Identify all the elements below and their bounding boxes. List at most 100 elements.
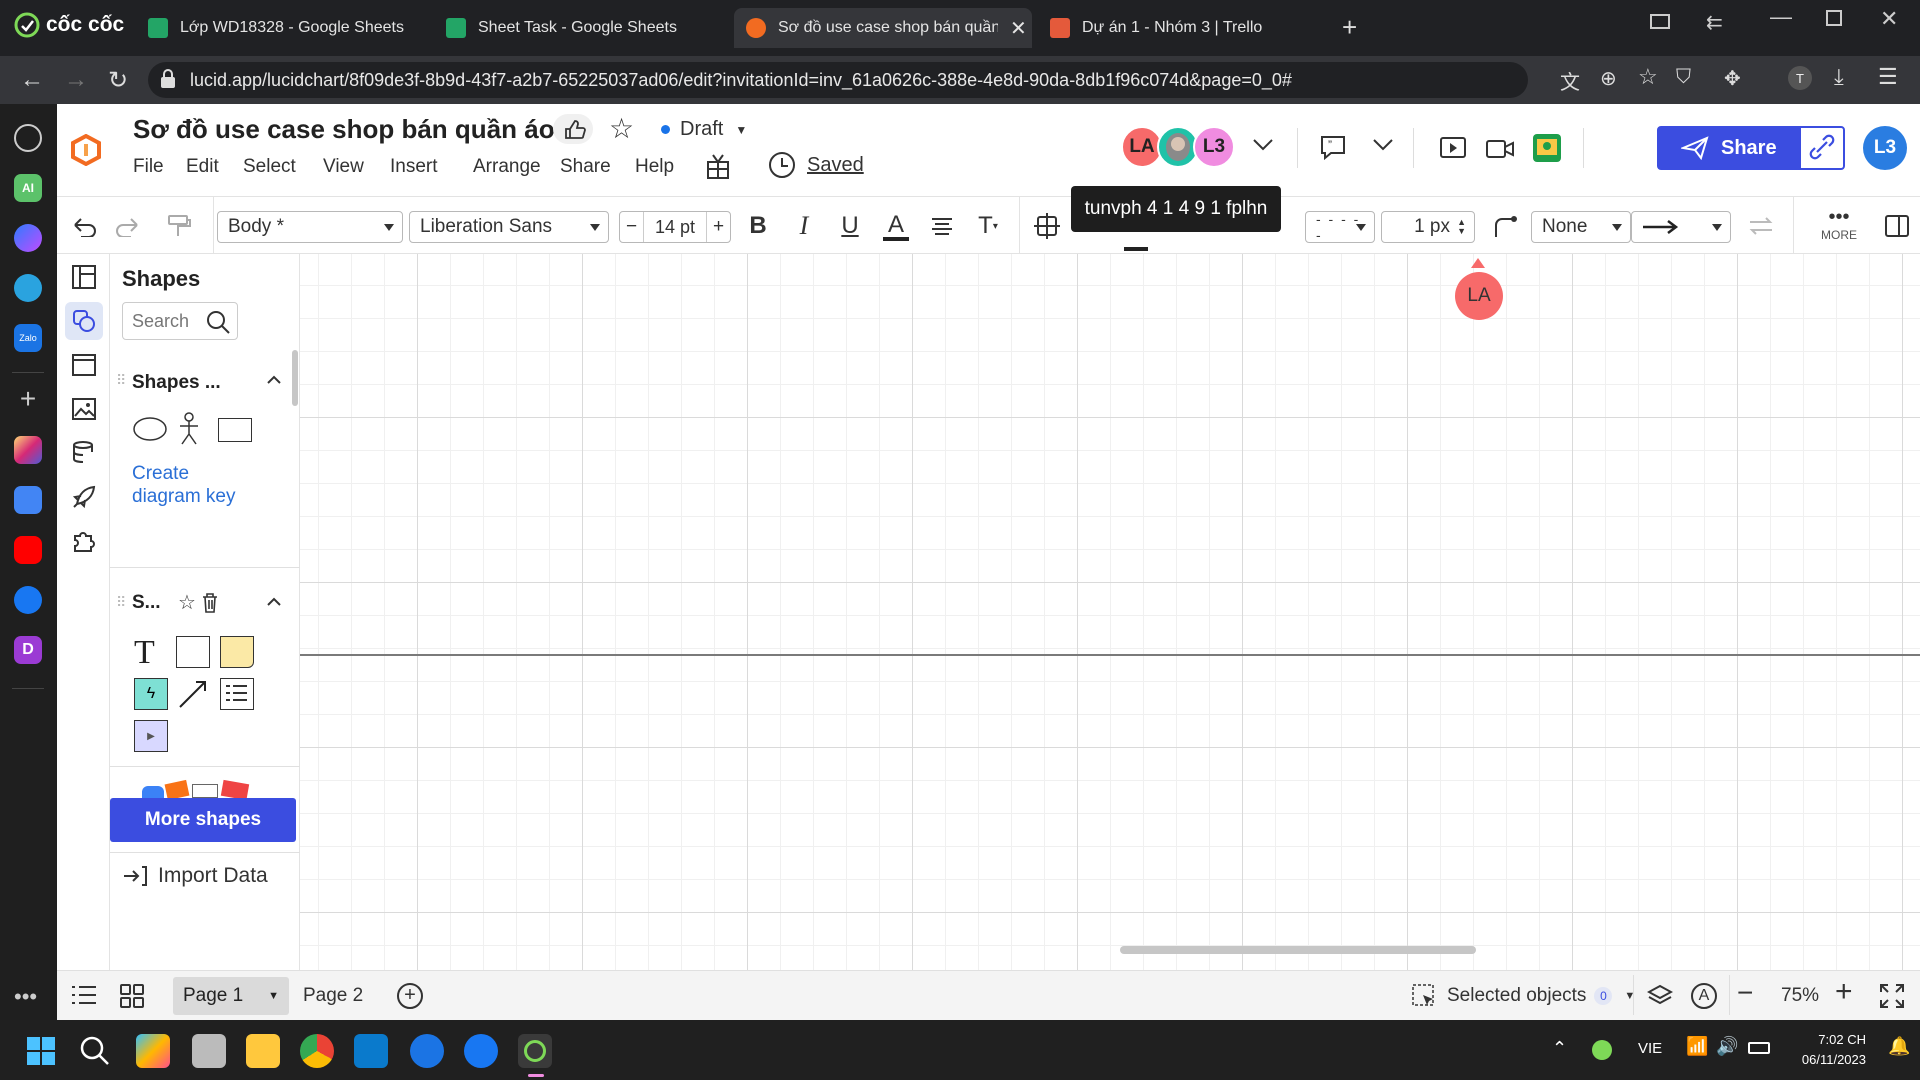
vscode-icon[interactable] [354,1034,388,1068]
rocket-icon[interactable] [65,478,103,516]
tray-chevron-icon[interactable]: ⌃ [1552,1038,1567,1059]
url-field[interactable]: lucid.app/lucidchart/8f09de3f-8b9d-43f7-… [148,62,1528,98]
image-icon[interactable] [65,390,103,428]
add-page-button[interactable]: + [397,983,423,1009]
drag-handle-icon[interactable]: ⠿ [116,594,126,611]
horizontal-scrollbar[interactable] [1120,946,1476,954]
menu-insert[interactable]: Insert [390,156,438,178]
zalo-taskbar-icon[interactable] [410,1034,444,1068]
share-button[interactable]: Share [1657,126,1799,170]
bold-button[interactable]: B [739,206,777,246]
menu-view[interactable]: View [323,156,364,178]
text-style-select[interactable]: Body * [217,211,403,243]
tab-trello[interactable]: Dự án 1 - Nhóm 3 | Trello [1040,8,1330,48]
action-shape-icon[interactable]: ϟ [134,678,168,710]
pages-panel-icon[interactable] [65,258,103,296]
line-width-select[interactable]: 1 px ▲ ▼ [1381,211,1475,243]
translate-icon[interactable]: 文 [1560,66,1580,95]
zoom-level[interactable]: 75% [1781,985,1819,1007]
italic-button[interactable]: I [785,206,823,246]
forward-icon[interactable]: → [64,66,88,94]
lucid-logo-icon[interactable] [71,134,101,166]
line-arrow-icon[interactable] [176,678,210,710]
coccoc-taskbar-icon[interactable] [518,1034,552,1068]
star-favorite-icon[interactable]: ☆ [609,112,634,145]
favorite-star-icon[interactable]: ☆ [178,590,196,615]
windows-start-icon[interactable] [24,1034,58,1068]
chrome-icon[interactable] [300,1034,334,1068]
data-link-icon[interactable] [65,434,103,472]
right-panel-icon[interactable] [1879,206,1915,246]
ai-icon[interactable]: AI [14,174,42,202]
create-diagram-key-link[interactable]: Create diagram key [132,462,252,508]
zalo-icon[interactable]: Zalo [14,324,42,352]
close-window-icon[interactable]: ✕ [1880,6,1898,32]
reload-icon[interactable]: ↻ [108,66,128,95]
format-painter-icon[interactable] [159,206,199,246]
minimize-icon[interactable]: — [1770,4,1792,30]
browser-logo[interactable]: cốc cốc [14,12,124,38]
align-icon[interactable] [923,206,961,246]
shield-icon[interactable]: ⛉ [1676,66,1691,89]
selected-objects-dropdown[interactable]: Selected objects 0 ▼ [1411,983,1635,1009]
tab-page-1[interactable]: Page 1 ▼ [173,977,289,1015]
browser-menu-icon[interactable]: ☰ [1878,64,1898,90]
saved-status[interactable]: Saved [769,152,864,178]
shape-library-title[interactable]: S... [132,592,161,614]
like-icon[interactable] [553,114,593,144]
download-icon[interactable]: ⤓ [1834,64,1844,90]
copy-link-button[interactable] [1799,126,1845,170]
line-style-select[interactable]: - - - - - [1305,211,1375,243]
list-shape-icon[interactable] [220,678,254,710]
menu-share[interactable]: Share [560,156,611,178]
search-icon[interactable] [205,309,231,335]
page-list-icon[interactable] [71,983,97,1007]
diagram-canvas[interactable]: LA [300,254,1920,970]
layers-icon[interactable] [1647,983,1673,1009]
page-grid-icon[interactable] [119,983,145,1009]
tab-search-icon[interactable] [1648,10,1674,36]
drag-handle-icon[interactable]: ⠿ [116,372,126,389]
file-explorer-icon[interactable] [246,1034,280,1068]
profile-avatar[interactable]: T [1788,66,1812,90]
ellipse-shape-icon[interactable] [132,416,168,442]
widgets-icon[interactable] [136,1034,170,1068]
redo-icon[interactable] [107,206,147,246]
rectangle-shape-icon[interactable] [218,418,252,442]
my-avatar[interactable]: L3 [1863,126,1907,170]
menu-help[interactable]: Help [635,156,674,178]
swap-endpoints-icon[interactable] [1741,206,1781,246]
d-app-icon[interactable]: D [14,636,42,664]
trash-icon[interactable] [200,592,220,614]
maximize-icon[interactable] [1826,10,1842,26]
increase-size-button[interactable]: + [706,212,730,242]
decrease-size-button[interactable]: − [620,212,644,242]
facebook-taskbar-icon[interactable] [464,1034,498,1068]
telegram-icon[interactable] [14,274,42,302]
video-icon[interactable] [1485,138,1515,160]
collapse-chevron-icon[interactable] [264,592,284,612]
container-icon[interactable] [1027,206,1067,246]
messenger-icon[interactable] [14,224,42,252]
zoom-in-button[interactable]: + [1835,975,1853,1009]
more-icon[interactable]: ••• [14,984,37,1010]
comments-chevron-icon[interactable] [1371,134,1395,154]
coccoc-tray-icon[interactable] [1592,1040,1612,1060]
templates-icon[interactable] [65,346,103,384]
import-data-button[interactable]: Import Data [122,864,268,888]
end-endpoint-select[interactable] [1631,211,1731,243]
integrations-puzzle-icon[interactable] [65,522,103,560]
menu-file[interactable]: File [133,156,164,178]
youtube-icon[interactable] [14,536,42,564]
tab-lop-wd18328[interactable]: Lớp WD18328 - Google Sheets [138,8,428,48]
back-forward-icon[interactable]: ⇇ [1706,10,1723,35]
extensions-icon[interactable]: ✥ [1724,66,1741,91]
bookmark-star-icon[interactable]: ☆ [1638,64,1658,90]
line-shape-icon[interactable] [1485,206,1525,246]
text-options-icon[interactable]: T ▾ [969,206,1007,246]
close-tab-icon[interactable]: ✕ [1010,16,1027,41]
font-size-value[interactable]: 14 pt [644,217,706,238]
tab-sheet-task[interactable]: Sheet Task - Google Sheets [436,8,726,48]
instagram-icon[interactable] [14,436,42,464]
new-tab-button[interactable]: + [1342,12,1357,43]
